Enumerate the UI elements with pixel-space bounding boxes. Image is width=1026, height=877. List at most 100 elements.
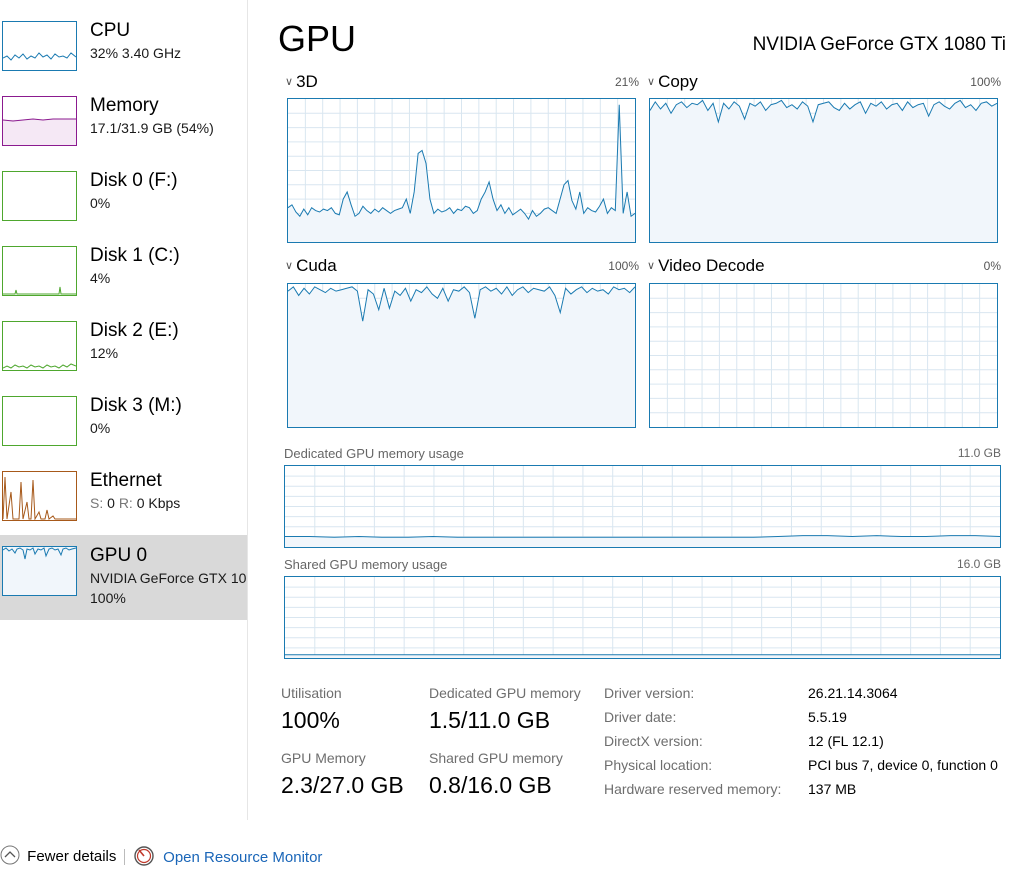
sidebar-item-sub: S: 0 R: 0 Kbps: [90, 495, 180, 511]
footer-bar: Fewer details Open Resource Monitor: [0, 838, 1026, 877]
device-name: NVIDIA GeForce GTX 1080 Ti: [752, 34, 1006, 55]
utilisation-value: 100%: [281, 707, 340, 733]
send-label: S:: [90, 495, 104, 511]
engine-graph-cuda: [287, 283, 636, 428]
utilisation-label: Utilisation: [281, 685, 342, 701]
page-title: GPU: [278, 18, 357, 59]
sidebar-item-sub: 17.1/31.9 GB (54%): [90, 120, 214, 136]
dedicated-memory-max: 11.0 GB: [957, 446, 1001, 460]
disk-thumbnail-graph: [2, 246, 77, 296]
engine-selector-cuda[interactable]: ∨ Cuda: [285, 256, 337, 276]
gpu-memory-label: GPU Memory: [281, 750, 366, 766]
driver-version-label: Driver version:: [604, 685, 695, 701]
sidebar-item-gpu-0[interactable]: GPU 0 NVIDIA GeForce GTX 1080 Ti 100%: [0, 535, 247, 620]
shared-memory-value: 0.8/16.0 GB: [429, 772, 552, 798]
physical-location-value: PCI bus 7, device 0, function 0: [808, 757, 998, 773]
fewer-details-label: Fewer details: [27, 848, 117, 865]
sidebar-item-label: CPU: [90, 20, 131, 41]
disk-thumbnail-graph: [2, 171, 77, 221]
engine-label: Video Decode: [658, 256, 765, 275]
chevron-down-icon: ∨: [285, 260, 294, 272]
hardware-reserved-memory-value: 137 MB: [808, 781, 857, 797]
receive-value: 0 Kbps: [136, 495, 181, 511]
engine-graph-video-decode: [649, 283, 998, 428]
sidebar-item-ethernet[interactable]: Ethernet S: 0 R: 0 Kbps: [0, 460, 247, 535]
ethernet-thumbnail-graph: [2, 471, 77, 521]
sidebar-item-label: Disk 3 (M:): [90, 395, 182, 416]
sidebar-item-sub-value: 100%: [90, 590, 126, 606]
shared-memory-graph: [284, 576, 1001, 659]
engine-max-percent: 21%: [614, 75, 639, 89]
open-resource-monitor-link[interactable]: Open Resource Monitor: [133, 845, 322, 867]
fewer-details-button[interactable]: Fewer details: [0, 845, 116, 865]
sidebar-item-cpu[interactable]: CPU 32% 3.40 GHz: [0, 10, 247, 85]
dedicated-memory-value: 1.5/11.0 GB: [429, 707, 551, 733]
directx-version-label: DirectX version:: [604, 733, 703, 749]
sidebar-item-disk-2[interactable]: Disk 2 (E:) 12%: [0, 310, 247, 385]
usage-area: [288, 286, 635, 427]
disk-thumbnail-graph: [2, 321, 77, 371]
graph-canvas: [288, 99, 635, 242]
sidebar-item-label: GPU 0: [90, 545, 148, 566]
sidebar-item-label: Memory: [90, 95, 159, 116]
sidebar-item-sub: 4%: [90, 270, 111, 286]
engine-max-percent: 0%: [983, 259, 1001, 273]
footer-divider: [124, 849, 125, 865]
engine-max-percent: 100%: [970, 75, 1001, 89]
shared-memory-label: Shared GPU memory: [429, 750, 563, 766]
engine-label: 3D: [296, 72, 318, 91]
engine-label: Cuda: [296, 256, 337, 275]
graph-canvas: [650, 284, 997, 427]
hardware-reserved-memory-label: Hardware reserved memory:: [604, 781, 782, 797]
sidebar-item-disk-0[interactable]: Disk 0 (F:) 0%: [0, 160, 247, 235]
engine-selector-copy[interactable]: ∨ Copy: [647, 72, 698, 92]
driver-date-value: 5.5.19: [808, 709, 847, 725]
engine-selector-3d[interactable]: ∨ 3D: [285, 72, 318, 92]
sidebar-item-disk-1[interactable]: Disk 1 (C:) 4%: [0, 235, 247, 310]
memory-thumbnail-graph: [2, 96, 77, 146]
graph-canvas: [650, 99, 997, 242]
gpu-thumbnail-graph: [2, 546, 77, 596]
gpu-memory-value: 2.3/27.0 GB: [281, 772, 404, 798]
shared-memory-caption: Shared GPU memory usage: [284, 557, 448, 572]
engine-max-percent: 100%: [608, 259, 639, 273]
graph-canvas: [285, 466, 1000, 547]
dedicated-memory-label: Dedicated GPU memory: [429, 685, 581, 701]
sidebar-item-disk-3[interactable]: Disk 3 (M:) 0%: [0, 385, 247, 460]
sidebar: CPU 32% 3.40 GHz Memory 17.1/31.9 GB (54…: [0, 0, 248, 820]
directx-version-value: 12 (FL 12.1): [808, 733, 884, 749]
usage-area: [650, 100, 997, 242]
sidebar-item-sub: 0%: [90, 420, 111, 436]
sidebar-item-sub: NVIDIA GeForce GTX 1080 Ti: [90, 570, 247, 586]
driver-date-label: Driver date:: [604, 709, 677, 725]
sidebar-item-memory[interactable]: Memory 17.1/31.9 GB (54%): [0, 85, 247, 160]
sidebar-item-sub: 12%: [90, 345, 119, 361]
physical-location-label: Physical location:: [604, 757, 713, 773]
driver-version-value: 26.21.14.3064: [808, 685, 898, 701]
resource-monitor-icon: [134, 846, 154, 866]
cpu-thumbnail-graph: [2, 21, 77, 71]
engine-selector-video-decode[interactable]: ∨ Video Decode: [647, 256, 765, 276]
graph-canvas: [288, 284, 635, 427]
chevron-down-icon: ∨: [647, 76, 656, 88]
dedicated-memory-caption: Dedicated GPU memory usage: [284, 446, 464, 461]
sidebar-item-label: Disk 1 (C:): [90, 245, 180, 266]
sidebar-item-sub: 32% 3.40 GHz: [90, 45, 182, 61]
open-resource-monitor-label: Open Resource Monitor: [163, 849, 323, 866]
engine-graph-3d: [287, 98, 636, 243]
chevron-up-circle-icon: [0, 845, 20, 865]
send-value: 0: [107, 495, 115, 511]
receive-label: R:: [118, 495, 133, 511]
shared-memory-max: 16.0 GB: [956, 557, 1001, 571]
dedicated-memory-graph: [284, 465, 1001, 548]
sidebar-item-label: Ethernet: [90, 470, 162, 491]
disk-thumbnail-graph: [2, 396, 77, 446]
sidebar-item-label: Disk 0 (F:): [90, 170, 178, 191]
graph-canvas: [285, 577, 1000, 658]
sidebar-item-sub: 0%: [90, 195, 111, 211]
chevron-down-icon: ∨: [285, 76, 294, 88]
performance-detail-panel: GPU NVIDIA GeForce GTX 1080 Ti ∨ 3D 21% ∨…: [248, 0, 1026, 820]
sidebar-item-label: Disk 2 (E:): [90, 320, 179, 341]
engine-label: Copy: [658, 72, 698, 91]
chevron-down-icon: ∨: [647, 260, 656, 272]
